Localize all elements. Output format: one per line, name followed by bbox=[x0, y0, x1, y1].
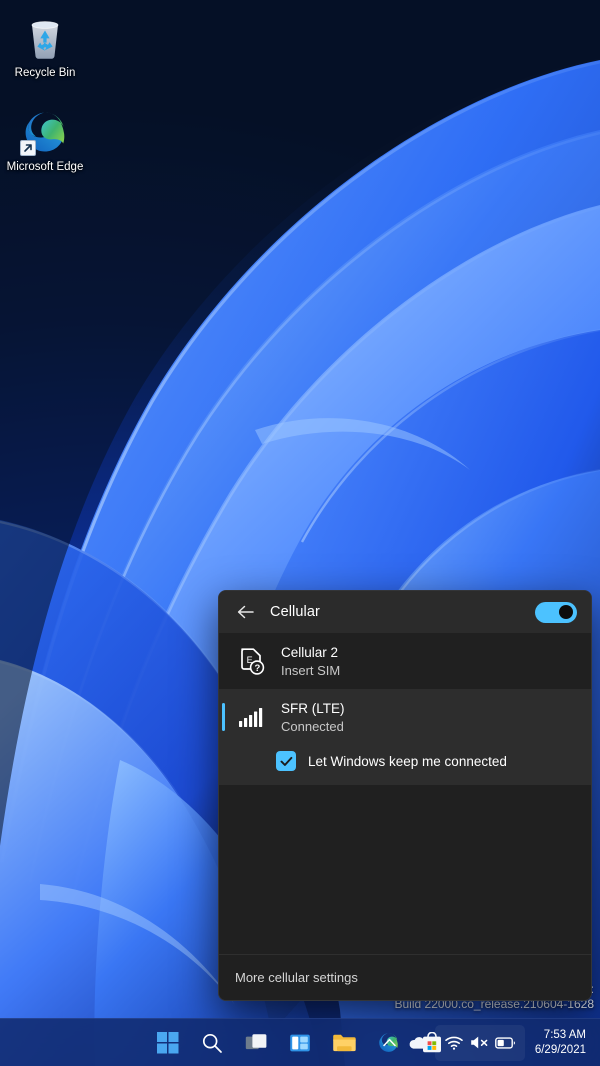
cellular-toggle[interactable] bbox=[535, 602, 577, 623]
battery-button[interactable] bbox=[494, 1031, 518, 1055]
toggle-knob bbox=[559, 605, 573, 619]
cellular-flyout-header: Cellular bbox=[219, 591, 591, 633]
volume-button[interactable] bbox=[468, 1031, 492, 1055]
taskbar: 7:53 AM 6/29/2021 bbox=[0, 1018, 600, 1066]
network-row[interactable]: E ? Cellular 2 Insert SIM bbox=[219, 633, 591, 689]
file-explorer-button[interactable] bbox=[324, 1023, 364, 1063]
network-item-sfr-lte[interactable]: SFR (LTE) Connected Let Windows keep me … bbox=[219, 689, 591, 785]
back-arrow-icon bbox=[237, 605, 254, 619]
tray-overflow-button[interactable] bbox=[376, 1025, 404, 1061]
onedrive-cloud-icon bbox=[408, 1036, 428, 1050]
checkmark-icon bbox=[280, 756, 293, 767]
flyout-title: Cellular bbox=[270, 604, 535, 620]
search-button[interactable] bbox=[192, 1023, 232, 1063]
battery-icon bbox=[495, 1037, 516, 1049]
desktop-screen: Recycle Bin bbox=[0, 0, 600, 1066]
clock-date: 6/29/2021 bbox=[535, 1043, 586, 1058]
chevron-up-icon bbox=[383, 1038, 396, 1047]
speaker-muted-icon bbox=[470, 1035, 489, 1050]
sim-card-question-icon: E ? bbox=[235, 646, 269, 676]
widgets-button[interactable] bbox=[280, 1023, 320, 1063]
cellular-flyout-footer: More cellular settings bbox=[219, 954, 591, 1000]
widgets-icon bbox=[289, 1032, 311, 1054]
signal-bars-icon bbox=[235, 702, 269, 732]
clock-and-date[interactable]: 7:53 AM 6/29/2021 bbox=[525, 1025, 596, 1061]
search-icon bbox=[201, 1032, 223, 1054]
onedrive-button[interactable] bbox=[404, 1025, 432, 1061]
svg-text:?: ? bbox=[255, 663, 261, 674]
desktop-icon-label: Microsoft Edge bbox=[2, 161, 88, 174]
desktop-icon-microsoft-edge[interactable]: Microsoft Edge bbox=[2, 108, 88, 174]
cellular-flyout-panel: Cellular E ? bbox=[218, 590, 592, 1001]
file-explorer-icon bbox=[332, 1032, 356, 1054]
desktop-icon-recycle-bin[interactable]: Recycle Bin bbox=[2, 14, 88, 80]
desktop-icon-label: Recycle Bin bbox=[2, 67, 88, 80]
network-text: SFR (LTE) Connected bbox=[281, 700, 345, 735]
windows-start-icon bbox=[157, 1032, 179, 1054]
keep-connected-label: Let Windows keep me connected bbox=[308, 754, 507, 769]
network-row[interactable]: SFR (LTE) Connected bbox=[219, 689, 591, 745]
shortcut-arrow-icon bbox=[20, 140, 36, 156]
taskbar-tray: 7:53 AM 6/29/2021 bbox=[376, 1019, 596, 1066]
cellular-network-list: E ? Cellular 2 Insert SIM bbox=[219, 633, 591, 954]
network-name: Cellular 2 bbox=[281, 644, 340, 661]
wifi-icon bbox=[445, 1036, 463, 1050]
recycle-bin-icon bbox=[21, 14, 69, 62]
keep-connected-checkbox-row[interactable]: Let Windows keep me connected bbox=[219, 745, 591, 785]
task-view-icon bbox=[245, 1032, 268, 1054]
quick-settings-button[interactable] bbox=[435, 1025, 525, 1061]
network-status: Insert SIM bbox=[281, 662, 340, 679]
more-cellular-settings-link[interactable]: More cellular settings bbox=[235, 970, 358, 985]
network-text: Cellular 2 Insert SIM bbox=[281, 644, 340, 679]
back-button[interactable] bbox=[232, 599, 258, 625]
microsoft-edge-icon bbox=[21, 108, 69, 156]
clock-time: 7:53 AM bbox=[544, 1028, 586, 1043]
network-button[interactable] bbox=[442, 1031, 466, 1055]
network-item-cellular-2[interactable]: E ? Cellular 2 Insert SIM bbox=[219, 633, 591, 689]
network-status: Connected bbox=[281, 718, 345, 735]
network-name: SFR (LTE) bbox=[281, 700, 345, 717]
task-view-button[interactable] bbox=[236, 1023, 276, 1063]
start-button[interactable] bbox=[148, 1023, 188, 1063]
keep-connected-checkbox[interactable] bbox=[276, 751, 296, 771]
